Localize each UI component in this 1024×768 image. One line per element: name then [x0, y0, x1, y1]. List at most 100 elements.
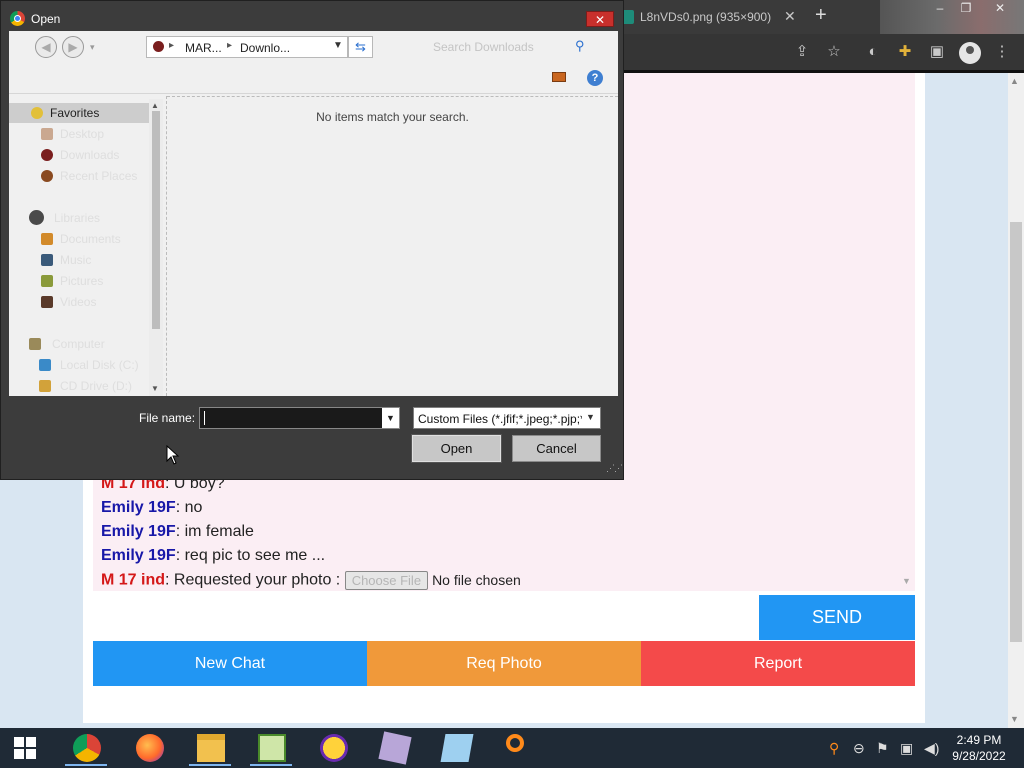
extensions-puzzle-icon[interactable]: ✚	[896, 43, 914, 61]
taskbar-clock[interactable]: 2:49 PM 9/28/2022	[940, 732, 1018, 764]
new-chat-button[interactable]: New Chat	[93, 641, 367, 686]
new-tab-button[interactable]: +	[815, 4, 827, 27]
tab-close-icon[interactable]: ✕	[784, 8, 796, 25]
taskbar-firefox[interactable]	[124, 730, 174, 766]
chat-message: Emily 19F: req pic to see me ...	[101, 547, 325, 565]
user-folder-icon	[153, 41, 164, 52]
report-button[interactable]: Report	[641, 641, 915, 686]
chevron-right-icon[interactable]: ▸	[169, 40, 174, 51]
page-scrollbar-thumb[interactable]	[1010, 222, 1022, 642]
tray-flag-icon[interactable]: ⚑	[876, 740, 889, 757]
nav-label: Recent Places	[60, 169, 138, 183]
file-name-input[interactable]: ▼	[199, 407, 400, 429]
taskbar-yahoo-messenger[interactable]	[308, 730, 358, 766]
menu-kebab-icon[interactable]: ⋮	[993, 43, 1011, 61]
taskbar-notepad[interactable]	[431, 730, 481, 766]
nav-item-music[interactable]: Music	[9, 250, 149, 270]
windows-start-button[interactable]	[14, 737, 36, 759]
nav-item-computer[interactable]: Computer	[9, 334, 149, 354]
chrome-icon	[73, 734, 101, 762]
search-placeholder: Search Downloads	[433, 40, 534, 54]
search-input[interactable]: Search Downloads ⚲	[426, 36, 601, 58]
breadcrumb-user[interactable]: MAR...	[185, 41, 222, 55]
nav-scrollbar-thumb[interactable]	[152, 111, 160, 329]
close-window-button[interactable]: ✕	[986, 0, 1014, 18]
forward-icon[interactable]: ▶	[62, 36, 84, 58]
address-breadcrumb[interactable]: ▸ MAR... ▸ Downlo... ▼	[146, 36, 348, 58]
scroll-down-icon[interactable]: ▼	[1010, 714, 1019, 724]
search-icon[interactable]: ⚲	[575, 38, 585, 54]
videos-icon	[41, 296, 53, 308]
history-dropdown-icon[interactable]: ▾	[90, 42, 95, 53]
extension-flag-icon[interactable]: ◐	[864, 43, 882, 61]
pane-divider[interactable]	[166, 96, 168, 396]
chat-scroll-down-icon[interactable]: ▼	[902, 576, 911, 586]
minimize-button[interactable]: –	[926, 0, 954, 18]
chevron-right-icon[interactable]: ▸	[227, 40, 232, 51]
req-photo-button[interactable]: Req Photo	[367, 641, 641, 686]
desktop-icon	[41, 128, 53, 140]
message-sender: M 17 ind	[101, 571, 166, 589]
browser-tab[interactable]: L8nVDs0.png (935×900) ✕	[618, 0, 808, 34]
nav-item-cd-drive[interactable]: CD Drive (D:)	[9, 376, 149, 396]
tray-network-icon[interactable]: ▣	[900, 740, 913, 757]
breadcrumb-downloads[interactable]: Downlo...	[240, 41, 290, 55]
text-caret	[204, 411, 205, 425]
nav-item-downloads[interactable]: Downloads	[9, 145, 149, 165]
tray-search-icon[interactable]: ⚲	[829, 740, 839, 757]
folder-icon	[197, 734, 225, 762]
preview-pane-icon[interactable]	[552, 72, 566, 82]
nav-item-videos[interactable]: Videos	[9, 292, 149, 312]
cancel-button[interactable]: Cancel	[512, 435, 601, 462]
taskbar-file-explorer[interactable]	[185, 730, 235, 766]
tray-volume-icon[interactable]: ◀)	[924, 740, 939, 757]
notepad-plus-icon	[258, 734, 286, 762]
profile-avatar[interactable]	[959, 42, 981, 64]
taskbar-notepad-plus[interactable]	[246, 730, 296, 766]
firefox-icon	[136, 734, 164, 762]
restore-button[interactable]: ❐	[952, 0, 980, 18]
nav-item-pictures[interactable]: Pictures	[9, 271, 149, 291]
nav-item-libraries[interactable]: Libraries	[9, 208, 149, 228]
nav-label: Music	[60, 253, 92, 267]
scroll-up-icon[interactable]: ▲	[1010, 76, 1019, 86]
message-sender: Emily 19F	[101, 523, 176, 540]
taskbar-search-tool[interactable]	[494, 730, 544, 766]
nav-item-recent-places[interactable]: Recent Places	[9, 166, 149, 186]
nav-label: Desktop	[60, 127, 105, 141]
scroll-up-icon[interactable]: ▲	[151, 101, 159, 110]
message-input[interactable]	[93, 595, 759, 640]
nav-label: Favorites	[50, 106, 100, 120]
cd-drive-icon	[39, 380, 51, 392]
send-button[interactable]: SEND	[759, 595, 915, 640]
side-panel-icon[interactable]: ▣	[928, 43, 946, 61]
chevron-down-icon[interactable]: ▼	[333, 40, 343, 51]
refresh-icon[interactable]: ⇆	[348, 36, 373, 58]
share-icon[interactable]: ⇪	[793, 43, 811, 61]
back-icon[interactable]: ◀	[35, 36, 57, 58]
nav-item-local-disk[interactable]: Local Disk (C:)	[9, 355, 149, 375]
nav-label: CD Drive (D:)	[60, 379, 132, 393]
taskbar-chrome[interactable]	[61, 730, 111, 766]
bookmark-star-icon[interactable]: ☆	[825, 43, 843, 61]
nav-label: Downloads	[60, 148, 120, 162]
libraries-icon	[29, 210, 44, 225]
message-text: : no	[175, 499, 203, 516]
chevron-down-icon[interactable]: ▼	[586, 412, 595, 422]
tab-title: L8nVDs0.png (935×900)	[640, 10, 772, 24]
taskbar-wizard[interactable]	[369, 730, 419, 766]
chevron-down-icon[interactable]: ▼	[382, 408, 399, 428]
open-button[interactable]: Open	[411, 434, 502, 463]
nav-item-documents[interactable]: Documents	[9, 229, 149, 249]
nav-item-favorites[interactable]: Favorites	[9, 103, 149, 123]
help-icon[interactable]: ?	[587, 70, 603, 86]
scroll-down-icon[interactable]: ▼	[151, 384, 159, 393]
resize-grip-icon[interactable]: ⋰⋰	[606, 463, 623, 474]
message-text: : im female	[175, 523, 254, 540]
dialog-close-button[interactable]: ✕	[586, 11, 614, 27]
tray-minus-icon[interactable]: ⊖	[853, 740, 865, 757]
nav-item-desktop[interactable]: Desktop	[9, 124, 149, 144]
nav-label: Documents	[60, 232, 121, 246]
choose-file-button[interactable]: Choose File	[344, 571, 429, 590]
file-type-select[interactable]: Custom Files (*.jfif;*.jpeg;*.pjp;* ▼	[413, 407, 601, 429]
